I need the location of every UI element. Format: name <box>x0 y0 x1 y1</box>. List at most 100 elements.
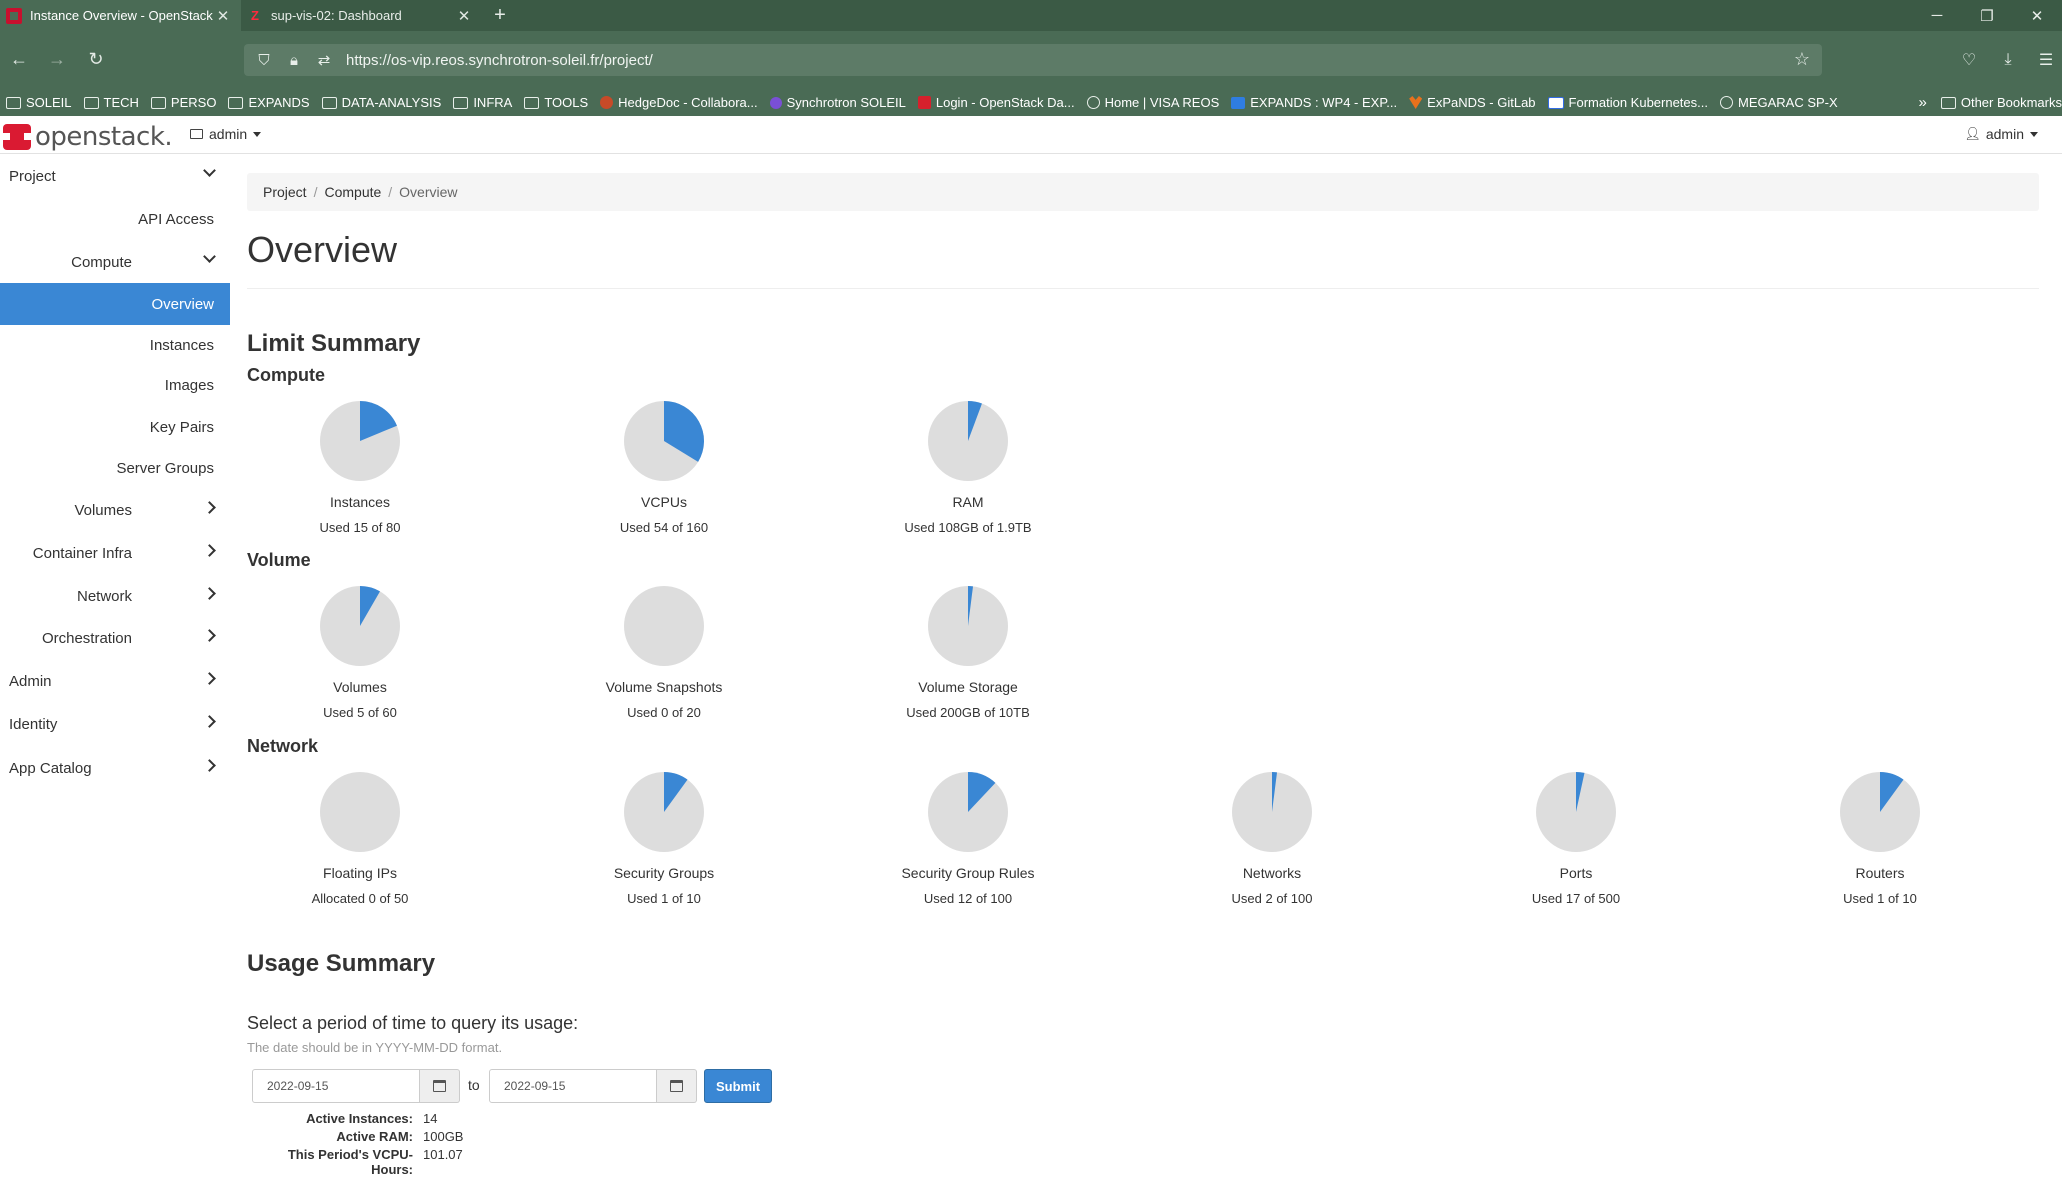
start-date-calendar-button[interactable] <box>420 1069 460 1103</box>
sidebar-item-key-pairs[interactable]: Key Pairs <box>0 406 230 448</box>
pie-graphic <box>927 771 1009 853</box>
sidebar-item-images[interactable]: Images <box>0 364 230 406</box>
sidebar-item-server-groups[interactable]: Server Groups <box>0 447 230 489</box>
close-window-icon[interactable]: ✕ <box>2012 0 2062 31</box>
chevron-down-icon <box>203 164 216 177</box>
sidebar-item-label: Volumes <box>74 502 132 519</box>
sidebar-item-container-infra[interactable]: Container Infra <box>0 532 230 574</box>
calendar-icon <box>670 1080 683 1092</box>
pie-name: Security Groups <box>549 865 779 881</box>
bookmark-label: MEGARAC SP-X <box>1738 95 1838 110</box>
pie-usage-caption: Allocated 0 of 50 <box>245 891 475 906</box>
sidebar-item-app-catalog[interactable]: App Catalog <box>0 747 230 789</box>
sidebar-item-label: Admin <box>9 673 52 690</box>
submit-button[interactable]: Submit <box>704 1069 772 1103</box>
folder-icon <box>228 97 243 109</box>
other-bookmarks[interactable]: Other Bookmarks <box>1941 95 2062 110</box>
shield-icon: ⛉ <box>256 52 272 69</box>
url-text[interactable]: https://os-vip.reos.synchrotron-soleil.f… <box>346 52 653 69</box>
openstack-logo[interactable]: openstack. <box>3 122 172 152</box>
bookmark-label: DATA-ANALYSIS <box>342 95 442 110</box>
end-date-input[interactable] <box>489 1069 657 1103</box>
bookmark-item[interactable]: EXPANDS : WP4 - EXP... <box>1231 95 1397 110</box>
bookmark-label: EXPANDS : WP4 - EXP... <box>1250 95 1397 110</box>
bookmark-favicon-icon <box>1548 97 1564 109</box>
bookmark-item[interactable]: INFRA <box>453 95 512 110</box>
bookmark-item[interactable]: EXPANDS <box>228 95 309 110</box>
bookmark-item[interactable]: Synchrotron SOLEIL <box>770 95 906 110</box>
bookmark-star-icon[interactable]: ☆ <box>1794 49 1810 70</box>
folder-icon <box>84 97 99 109</box>
lock-icon: 🔒︎ <box>286 52 302 69</box>
bookmark-item[interactable]: SOLEIL <box>6 95 72 110</box>
date-format-help: The date should be in YYYY-MM-DD format. <box>247 1040 502 1055</box>
sidebar-item-identity[interactable]: Identity <box>0 703 230 745</box>
bookmark-item[interactable]: Home | VISA REOS <box>1087 95 1220 110</box>
chevron-down-icon <box>203 250 216 263</box>
tab-close-icon[interactable]: ✕ <box>215 7 231 25</box>
limit-group-heading: Volume <box>247 550 311 571</box>
tab-close-icon[interactable]: ✕ <box>456 7 472 25</box>
sidebar-item-network[interactable]: Network <box>0 575 230 617</box>
bookmark-label: Synchrotron SOLEIL <box>787 95 906 110</box>
sidebar-item-orchestration[interactable]: Orchestration <box>0 617 230 659</box>
sidebar-item-label: Images <box>165 377 214 394</box>
bookmark-item[interactable]: Login - OpenStack Da... <box>918 95 1075 110</box>
bookmark-item[interactable]: ExPaNDS - GitLab <box>1409 95 1535 110</box>
project-selector[interactable]: admin <box>190 126 261 142</box>
start-date-group <box>252 1069 460 1103</box>
sidebar-item-instances[interactable]: Instances <box>0 324 230 366</box>
bookmark-item[interactable]: TECH <box>84 95 139 110</box>
bookmark-label: TECH <box>104 95 139 110</box>
end-date-calendar-button[interactable] <box>657 1069 697 1103</box>
pocket-icon[interactable]: ♡ <box>1951 44 1987 76</box>
start-date-input[interactable] <box>252 1069 420 1103</box>
title-divider <box>247 288 2039 289</box>
folder-icon <box>151 97 166 109</box>
forward-icon[interactable]: → <box>40 42 74 76</box>
bookmark-item[interactable]: PERSO <box>151 95 217 110</box>
chevron-right-icon <box>203 544 216 557</box>
bookmark-item[interactable]: TOOLS <box>524 95 588 110</box>
bookmark-item[interactable]: Formation Kubernetes... <box>1548 95 1708 110</box>
downloads-icon[interactable]: ⤓ <box>1990 44 2026 76</box>
sidebar-item-compute[interactable]: Compute <box>0 241 230 283</box>
new-tab-button[interactable]: + <box>482 0 518 31</box>
openstack-favicon-icon <box>6 8 22 24</box>
sidebar-item-api-access[interactable]: API Access <box>0 198 230 240</box>
sidebar-item-admin[interactable]: Admin <box>0 660 230 702</box>
project-icon <box>190 129 203 139</box>
bookmarks-bar: SOLEIL TECH PERSO EXPANDS DATA-ANALYSIS INFRA… <box>0 89 2062 116</box>
breadcrumb-project[interactable]: Project <box>263 184 307 200</box>
pie-graphic <box>927 585 1009 667</box>
restore-icon[interactable]: ❐ <box>1962 0 2012 31</box>
bookmark-item[interactable]: MEGARAC SP-X <box>1720 95 1838 110</box>
sidebar-item-project[interactable]: Project <box>0 155 230 197</box>
stat-label: Active RAM: <box>247 1129 423 1147</box>
pie-name: Security Group Rules <box>853 865 1083 881</box>
breadcrumb-compute[interactable]: Compute <box>324 184 381 200</box>
browser-tab-zabbix[interactable]: Z sup-vis-02: Dashboard ✕ <box>241 0 482 31</box>
sidebar-item-overview[interactable]: Overview <box>0 283 230 325</box>
sidebar-item-label: App Catalog <box>9 760 92 777</box>
bookmark-label: Formation Kubernetes... <box>1569 95 1708 110</box>
back-icon[interactable]: ← <box>2 42 36 76</box>
page-title: Overview <box>247 229 397 271</box>
sidebar-item-volumes[interactable]: Volumes <box>0 489 230 531</box>
bookmark-item[interactable]: HedgeDoc - Collabora... <box>600 95 757 110</box>
user-menu[interactable]: 👤︎ admin <box>1964 126 2038 142</box>
bookmark-label: EXPANDS <box>248 95 309 110</box>
url-bar[interactable]: ⛉ 🔒︎ ⇄ https://os-vip.reos.synchrotron-s… <box>244 44 1822 76</box>
pie-name: Volume Storage <box>853 679 1083 695</box>
stat-row: Active Instances: 14 <box>247 1111 547 1129</box>
sidebar-item-label: API Access <box>138 211 214 228</box>
user-menu-label: admin <box>1986 126 2024 142</box>
stat-row: This Period's VCPU-Hours: 101.07 <box>247 1147 547 1165</box>
bookmark-item[interactable]: DATA-ANALYSIS <box>322 95 442 110</box>
reload-icon[interactable]: ↻ <box>79 42 113 76</box>
minimize-icon[interactable]: ─ <box>1912 0 1962 31</box>
bookmarks-more-icon[interactable]: » <box>1919 94 1927 111</box>
pie-name: VCPUs <box>549 494 779 510</box>
browser-tab-openstack[interactable]: Instance Overview - OpenStack ✕ <box>0 0 241 31</box>
menu-icon[interactable]: ☰ <box>2028 44 2062 76</box>
